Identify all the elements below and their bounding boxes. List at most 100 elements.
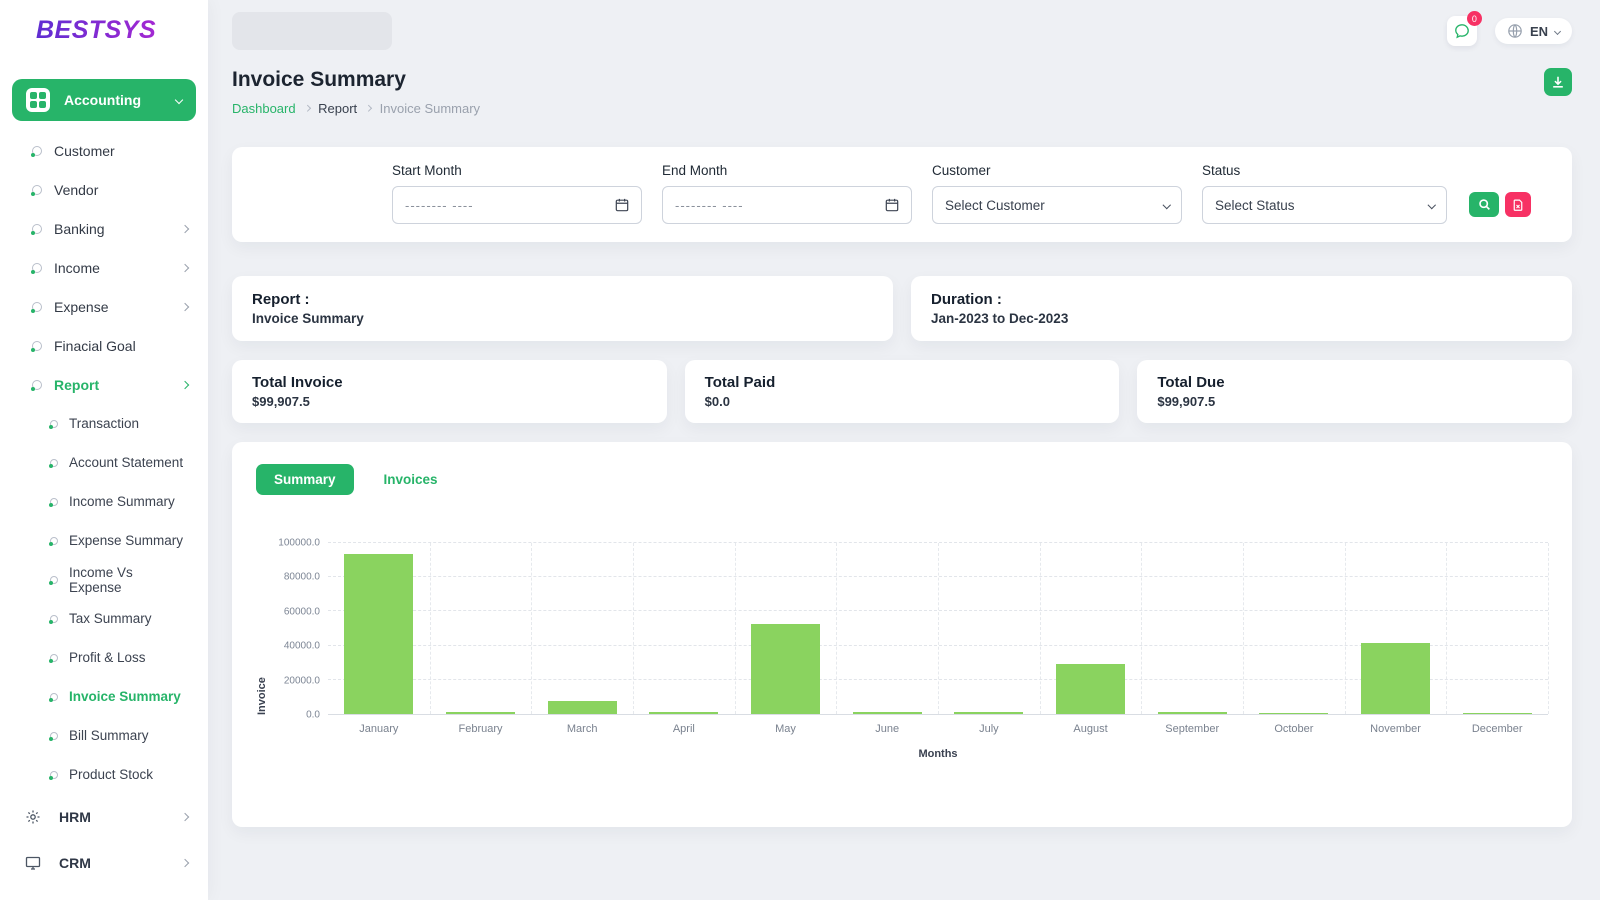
sidebar-item-label: Bill Summary bbox=[69, 728, 149, 743]
bar-slot bbox=[1141, 543, 1243, 714]
customer-select[interactable]: Select Customer bbox=[932, 186, 1182, 224]
invoice-bar-chart: Invoice 0.0 20000.0 40000.0 60000.0 80000.0 1… bbox=[256, 538, 1549, 760]
total-invoice-card: Total Invoice $99,907.5 bbox=[232, 360, 667, 423]
bullet-icon bbox=[31, 223, 42, 235]
chevron-right-icon bbox=[180, 263, 190, 272]
sidebar-item-report[interactable]: Report bbox=[0, 365, 208, 404]
sidebar-item-expense-summary[interactable]: Expense Summary bbox=[0, 521, 208, 560]
breadcrumb-report[interactable]: Report bbox=[318, 101, 357, 116]
bullet-icon bbox=[49, 614, 58, 624]
x-axis-label: March bbox=[566, 723, 598, 735]
module-label: Accounting bbox=[64, 92, 141, 108]
bar-june[interactable] bbox=[852, 712, 922, 714]
customer-select-value: Select Customer bbox=[945, 197, 1045, 213]
status-select[interactable]: Select Status bbox=[1202, 186, 1447, 224]
bar-march[interactable] bbox=[547, 700, 617, 714]
bullet-icon bbox=[49, 458, 58, 468]
sidebar-item-account-statement[interactable]: Account Statement bbox=[0, 443, 208, 482]
sidebar-module-crm[interactable]: CRM bbox=[0, 840, 208, 886]
sidebar-item-income-summary[interactable]: Income Summary bbox=[0, 482, 208, 521]
breadcrumb-separator-icon bbox=[365, 105, 372, 112]
bar-august[interactable] bbox=[1055, 663, 1126, 714]
y-axis-tick-label: 60000.0 bbox=[283, 606, 320, 618]
bar-october[interactable] bbox=[1259, 712, 1329, 714]
sidebar-menu: Customer Vendor Banking Income Expense F… bbox=[0, 131, 208, 886]
bar-april[interactable] bbox=[649, 711, 719, 714]
y-axis-tick-label: 20000.0 bbox=[283, 675, 320, 687]
chevron-right-icon bbox=[180, 858, 190, 868]
sidebar-item-income-vs-expense[interactable]: Income Vs Expense bbox=[0, 560, 208, 599]
x-axis-label: September bbox=[1165, 723, 1220, 735]
sidebar-item-transaction[interactable]: Transaction bbox=[0, 404, 208, 443]
sidebar-item-vendor[interactable]: Vendor bbox=[0, 170, 208, 209]
bar-may[interactable] bbox=[750, 624, 821, 714]
chat-button[interactable]: 0 bbox=[1446, 11, 1482, 46]
tab-invoices[interactable]: Invoices bbox=[366, 464, 456, 495]
x-axis-label: August bbox=[1073, 723, 1108, 735]
bar-september[interactable] bbox=[1157, 712, 1227, 714]
bar-december[interactable] bbox=[1462, 712, 1532, 714]
sidebar-item-label: Report bbox=[54, 376, 100, 393]
y-axis-tick-label: 40000.0 bbox=[283, 640, 320, 652]
sidebar-item-banking[interactable]: Banking bbox=[0, 209, 208, 248]
sidebar-module-hrm[interactable]: HRM bbox=[0, 794, 208, 840]
language-label: EN bbox=[1529, 23, 1548, 39]
bar-february[interactable] bbox=[445, 711, 516, 714]
sidebar-item-label: Banking bbox=[54, 220, 105, 237]
sidebar-item-bill-summary[interactable]: Bill Summary bbox=[0, 716, 208, 755]
x-axis-label: December bbox=[1471, 723, 1523, 735]
download-icon bbox=[1553, 76, 1563, 88]
sidebar-item-income[interactable]: Income bbox=[0, 248, 208, 287]
start-month-input[interactable]: -------- ---- bbox=[392, 186, 642, 224]
end-month-input[interactable]: -------- ---- bbox=[662, 186, 912, 224]
x-axis-label: May bbox=[775, 723, 796, 735]
sidebar-item-label: Customer bbox=[54, 142, 115, 159]
bullet-icon bbox=[49, 575, 58, 585]
sidebar-item-expense[interactable]: Expense bbox=[0, 287, 208, 326]
chat-icon bbox=[1455, 24, 1469, 39]
sidebar-item-profit-loss[interactable]: Profit & Loss bbox=[0, 638, 208, 677]
x-axis-label: April bbox=[672, 723, 695, 735]
bullet-icon bbox=[49, 653, 58, 663]
topbar: 0 EN bbox=[232, 10, 1572, 52]
bar-slot bbox=[328, 543, 430, 714]
sidebar-item-finacial-goal[interactable]: Finacial Goal bbox=[0, 326, 208, 365]
sidebar-item-product-stock[interactable]: Product Stock bbox=[0, 755, 208, 794]
tab-summary[interactable]: Summary bbox=[256, 464, 354, 495]
sidebar: BESTSYS Accounting Customer Vendor Banki… bbox=[0, 0, 208, 900]
start-month-label: Start Month bbox=[392, 163, 462, 178]
bar-november[interactable] bbox=[1360, 643, 1431, 714]
gear-icon bbox=[26, 810, 40, 824]
stat-value: $99,907.5 bbox=[252, 394, 310, 409]
sidebar-item-invoice-summary[interactable]: Invoice Summary bbox=[0, 677, 208, 716]
bullet-icon bbox=[49, 770, 58, 780]
apply-filter-button[interactable] bbox=[1469, 192, 1499, 217]
reset-filter-button[interactable] bbox=[1505, 192, 1531, 217]
reset-icon bbox=[1513, 199, 1523, 211]
bar-january[interactable] bbox=[344, 554, 414, 714]
sidebar-item-label: Product Stock bbox=[69, 767, 154, 782]
total-due-card: Total Due $99,907.5 bbox=[1137, 360, 1573, 423]
breadcrumb-dashboard[interactable]: Dashboard bbox=[232, 101, 296, 116]
stat-label: Total Due bbox=[1157, 374, 1225, 391]
bullet-icon bbox=[49, 692, 58, 702]
sidebar-item-tax-summary[interactable]: Tax Summary bbox=[0, 599, 208, 638]
sidebar-module-accounting[interactable]: Accounting bbox=[12, 79, 196, 121]
bullet-icon bbox=[31, 379, 42, 391]
y-axis-tick-label: 100000.0 bbox=[278, 537, 320, 549]
bullet-icon bbox=[49, 419, 58, 429]
report-value: Invoice Summary bbox=[252, 311, 364, 326]
y-axis-title: Invoice bbox=[256, 677, 268, 715]
status-label: Status bbox=[1202, 163, 1241, 178]
chevron-right-icon bbox=[180, 380, 190, 389]
download-button[interactable] bbox=[1544, 68, 1572, 96]
bar-slot bbox=[1040, 543, 1142, 714]
chevron-down-icon bbox=[1162, 201, 1171, 209]
bar-july[interactable] bbox=[954, 712, 1024, 714]
language-selector[interactable]: EN bbox=[1494, 18, 1572, 44]
sidebar-item-customer[interactable]: Customer bbox=[0, 131, 208, 170]
bar-slot bbox=[633, 543, 735, 714]
sidebar-item-label: Invoice Summary bbox=[69, 689, 181, 704]
sidebar-item-label: Finacial Goal bbox=[54, 337, 136, 354]
chart-plot bbox=[328, 542, 1549, 715]
